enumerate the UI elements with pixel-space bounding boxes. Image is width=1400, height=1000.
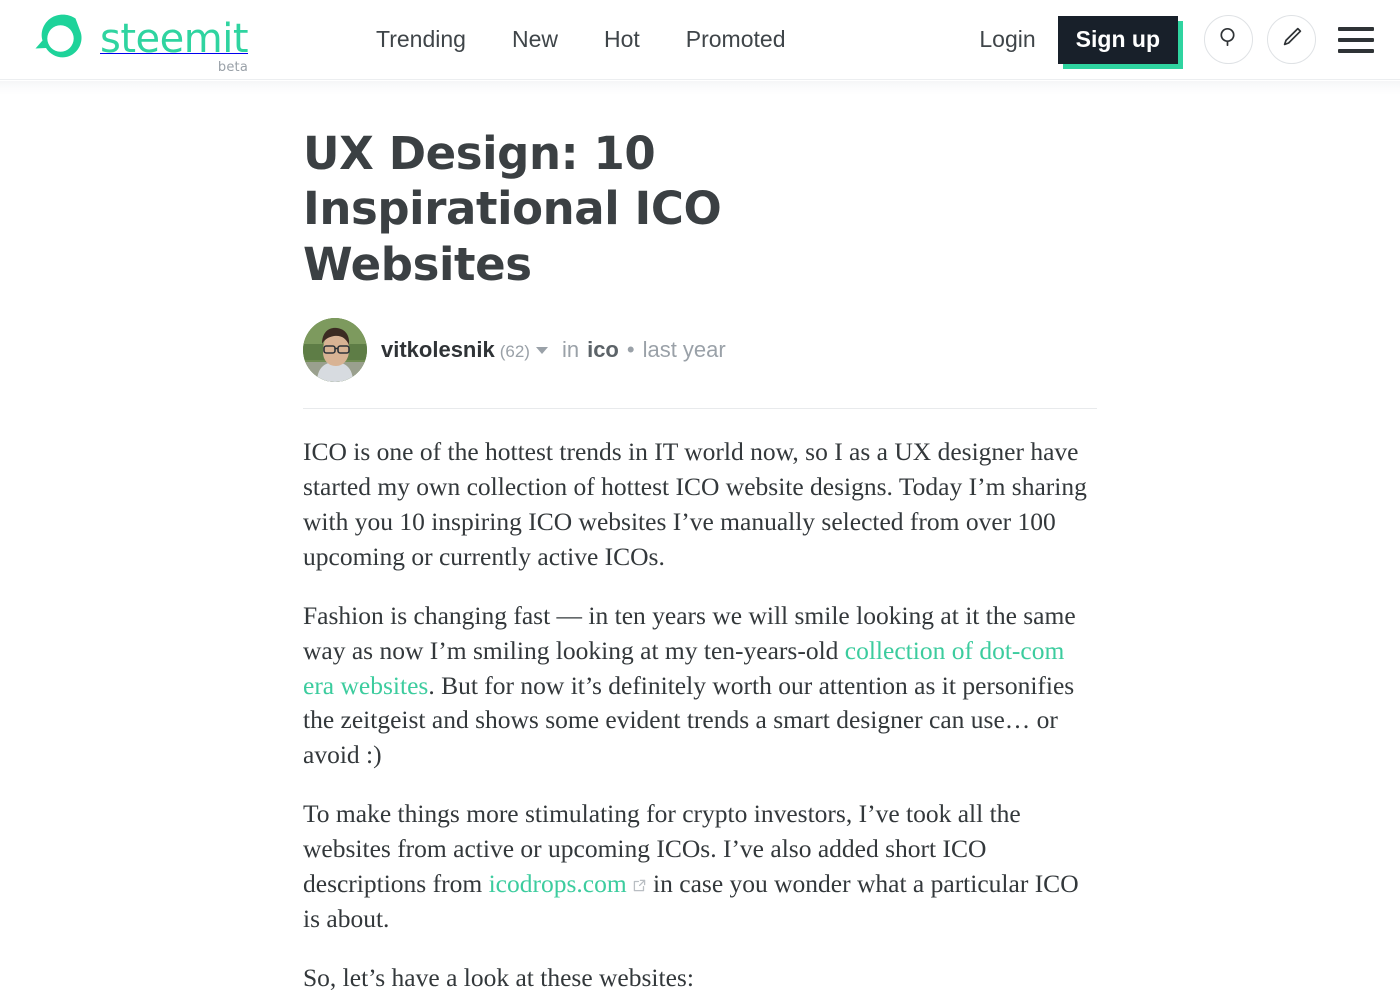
page-content: UX Design: 10 Inspirational ICO Websites (0, 80, 1400, 996)
steemit-speech-bubble-logo-icon (30, 12, 86, 68)
logo-beta-label: beta (217, 59, 249, 75)
post-paragraph-1: ICO is one of the hottest trends in IT w… (303, 437, 1087, 571)
hamburger-bar-1 (1338, 26, 1374, 31)
author-name-link[interactable]: vitkolesnik (381, 337, 495, 363)
post-timestamp: last year (642, 337, 726, 363)
hamburger-icon[interactable] (1338, 25, 1374, 55)
signup-button-wrapper: Sign up (1057, 15, 1183, 69)
post-paragraph-4: So, let’s have a look at these websites: (303, 963, 694, 993)
nav-item-hot[interactable]: Hot (604, 26, 640, 53)
icodrops-link[interactable]: icodrops.com (489, 869, 627, 898)
byline-separator: • (626, 337, 635, 363)
author-reputation: (62) (499, 342, 530, 362)
category-link[interactable]: ico (587, 337, 619, 363)
nav-item-new[interactable]: New (512, 26, 558, 53)
post-article: UX Design: 10 Inspirational ICO Websites (303, 126, 1097, 996)
hamburger-bar-2 (1338, 37, 1374, 42)
signup-button[interactable]: Sign up (1057, 15, 1178, 64)
logo-word: steemit (100, 15, 249, 62)
pencil-icon (1280, 25, 1304, 54)
main-nav: Trending New Hot Promoted (376, 26, 785, 53)
hamburger-bar-3 (1338, 48, 1374, 53)
site-header: steemit beta Trending New Hot Promoted L… (0, 0, 1400, 80)
in-label: in (561, 337, 580, 363)
steemit-logo-link[interactable]: steemit beta (30, 12, 249, 75)
compose-post-button[interactable] (1267, 15, 1316, 64)
header-actions: Login Sign up (979, 15, 1378, 69)
byline-text: vitkolesnik (62) in ico • last year (381, 337, 726, 363)
chevron-down-icon[interactable] (535, 347, 548, 355)
search-icon (1217, 25, 1241, 54)
avatar[interactable] (303, 318, 367, 383)
nav-item-promoted[interactable]: Promoted (686, 26, 786, 53)
post-byline: vitkolesnik (62) in ico • last year (303, 318, 1097, 383)
login-link[interactable]: Login (979, 26, 1035, 53)
post-body: ICO is one of the hottest trends in IT w… (303, 435, 1097, 996)
post-paragraph-3: To make things more stimulating for cryp… (303, 797, 1097, 937)
steemit-wordmark: steemit beta (100, 15, 249, 75)
byline-divider (303, 408, 1097, 410)
search-button[interactable] (1204, 15, 1253, 64)
external-link-icon (632, 868, 647, 892)
post-paragraph-2: Fashion is changing fast — in ten years … (303, 599, 1097, 774)
page-title: UX Design: 10 Inspirational ICO Websites (303, 127, 722, 291)
nav-item-trending[interactable]: Trending (376, 26, 466, 53)
